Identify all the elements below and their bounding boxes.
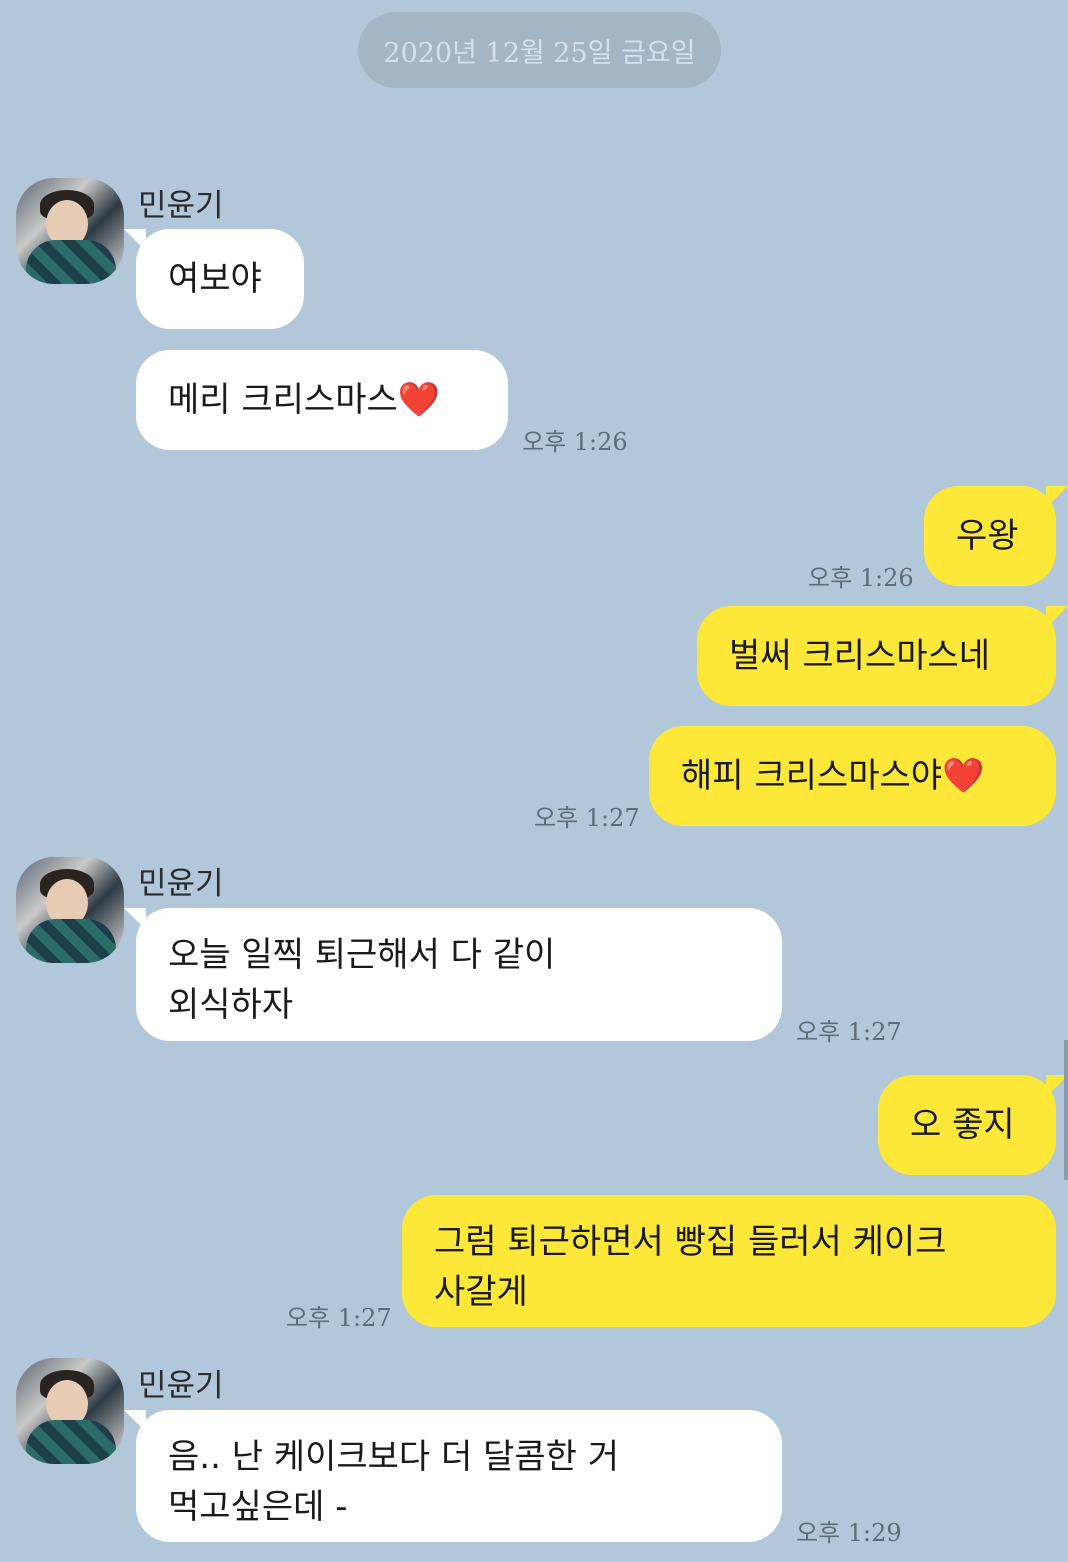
message-text-line: 그럼 퇴근하면서 빵집 들러서 케이크	[434, 1222, 947, 1262]
message-bubble-outgoing[interactable]: 우왕	[924, 486, 1068, 586]
heart-emoji: ❤️	[397, 380, 441, 420]
message-text: 여보야	[168, 259, 262, 299]
message-time: 오후 1:26	[522, 428, 628, 456]
message-text-line: 외식하자	[168, 985, 294, 1025]
message-bubble-incoming[interactable]: 오늘 일찍 퇴근해서 다 같이 외식하자	[124, 908, 782, 1041]
message-time: 오후 1:27	[286, 1304, 392, 1332]
message-text: 우왕	[956, 516, 1019, 556]
contact-avatar[interactable]	[16, 178, 124, 284]
contact-name: 민윤기	[138, 866, 224, 902]
message-text-line: 오늘 일찍 퇴근해서 다 같이	[168, 935, 556, 975]
message-text: 메리 크리스마스	[168, 380, 398, 420]
heart-emoji: ❤️	[942, 756, 985, 796]
message-bubble-outgoing[interactable]: 그럼 퇴근하면서 빵집 들러서 케이크 사갈게	[402, 1195, 1056, 1327]
message-time: 오후 1:26	[808, 564, 914, 592]
message-bubble-incoming[interactable]: 음.. 난 케이크보다 더 달콤한 거 먹고싶은데 -	[124, 1410, 782, 1542]
message-bubble-outgoing[interactable]: 벌써 크리스마스네	[697, 606, 1068, 706]
message-bubble-incoming[interactable]: 여보야	[124, 229, 304, 329]
message-text-line: 사갈게	[434, 1272, 528, 1312]
message-text: 해피 크리스마스야	[681, 756, 943, 796]
message-bubble-incoming[interactable]: 메리 크리스마스 ❤️	[136, 350, 508, 450]
message-text: 벌써 크리스마스네	[729, 636, 991, 676]
message-time: 오후 1:27	[534, 804, 640, 832]
contact-name: 민윤기	[138, 188, 224, 224]
avatar-sweater	[26, 919, 116, 963]
message-time: 오후 1:29	[796, 1519, 902, 1547]
message-text: 오 좋지	[910, 1105, 1015, 1145]
contact-avatar[interactable]	[16, 1358, 124, 1464]
scrollbar[interactable]	[1064, 1040, 1068, 1180]
message-text-line: 먹고싶은데 -	[168, 1487, 348, 1527]
avatar-sweater	[26, 1420, 116, 1464]
message-text-line: 음.. 난 케이크보다 더 달콤한 거	[168, 1437, 620, 1477]
contact-avatar[interactable]	[16, 857, 124, 963]
message-time: 오후 1:27	[796, 1018, 902, 1046]
avatar-sweater	[26, 240, 116, 284]
contact-name: 민윤기	[138, 1368, 224, 1404]
message-bubble-outgoing[interactable]: 오 좋지	[878, 1075, 1068, 1175]
date-divider: 2020년 12월 25일 금요일	[358, 12, 721, 88]
message-bubble-outgoing[interactable]: 해피 크리스마스야 ❤️	[649, 726, 1056, 826]
